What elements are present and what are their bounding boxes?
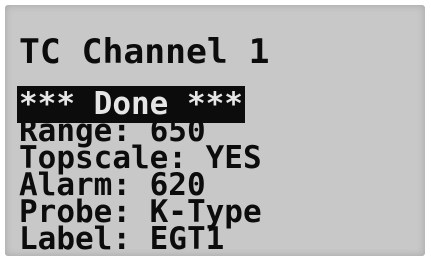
- device-bezel: TC Channel 1 *** Done *** Range: 650 Top…: [0, 0, 431, 261]
- label-setting[interactable]: Label: EGT1: [19, 224, 224, 255]
- channel-title: TC Channel 1: [19, 32, 270, 72]
- lcd-screen: TC Channel 1 *** Done *** Range: 650 Top…: [5, 5, 425, 256]
